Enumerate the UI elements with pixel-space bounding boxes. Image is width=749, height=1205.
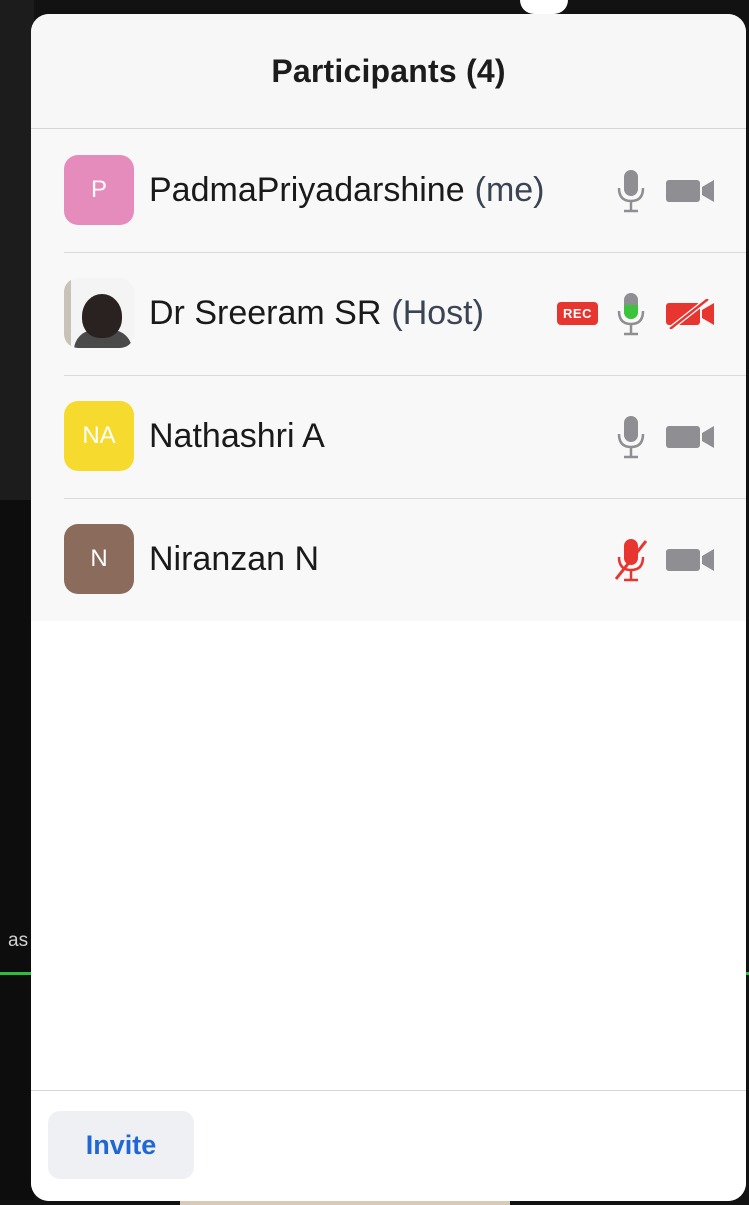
background-notch (520, 0, 568, 14)
participant-row-padmapriyadarshine[interactable]: P PadmaPriyadarshine (me) (31, 129, 746, 252)
background-video-left-lower (0, 500, 34, 1200)
participant-list: P PadmaPriyadarshine (me) Dr Sreeram SR … (31, 129, 746, 621)
video-camera-icon[interactable] (666, 545, 716, 575)
participant-name: Dr Sreeram SR (149, 294, 382, 332)
participant-name: PadmaPriyadarshine (149, 171, 465, 209)
microphone-icon[interactable] (614, 168, 666, 214)
microphone-muted-icon[interactable] (614, 537, 666, 583)
avatar-initials: NA (82, 422, 116, 449)
avatar (64, 278, 134, 348)
background-video-left (0, 0, 34, 500)
participant-name: Niranzan N (149, 540, 320, 578)
video-camera-icon[interactable] (666, 176, 716, 206)
microphone-icon[interactable] (614, 414, 666, 460)
participant-row-nathashri-a[interactable]: NA Nathashri A (31, 375, 746, 498)
microphone-icon[interactable] (614, 291, 666, 337)
participant-role: (me) (474, 171, 545, 209)
invite-button[interactable]: Invite (48, 1111, 194, 1179)
video-camera-icon[interactable] (666, 422, 716, 452)
participant-row-niranzan-n[interactable]: N Niranzan N (31, 498, 746, 621)
video-camera-off-icon[interactable] (666, 298, 716, 329)
recording-badge: REC (557, 302, 598, 325)
background-partial-text: as (8, 930, 29, 951)
participant-role: (Host) (391, 294, 484, 332)
avatar: NA (64, 401, 134, 471)
sheet-footer: Invite (31, 1090, 746, 1201)
avatar: N (64, 524, 134, 594)
avatar-initials: P (90, 176, 107, 203)
avatar: P (64, 155, 134, 225)
avatar-initials: N (90, 545, 108, 572)
page-title: Participants (4) (271, 52, 506, 89)
participant-row-dr-sreeram-sr[interactable]: Dr Sreeram SR (Host) REC (31, 252, 746, 375)
participants-sheet: Participants (4) P PadmaPriyadarshine (m… (31, 14, 746, 1201)
sheet-header: Participants (4) (31, 14, 746, 129)
participant-name: Nathashri A (149, 417, 325, 455)
avatar-photo-face (82, 294, 122, 338)
